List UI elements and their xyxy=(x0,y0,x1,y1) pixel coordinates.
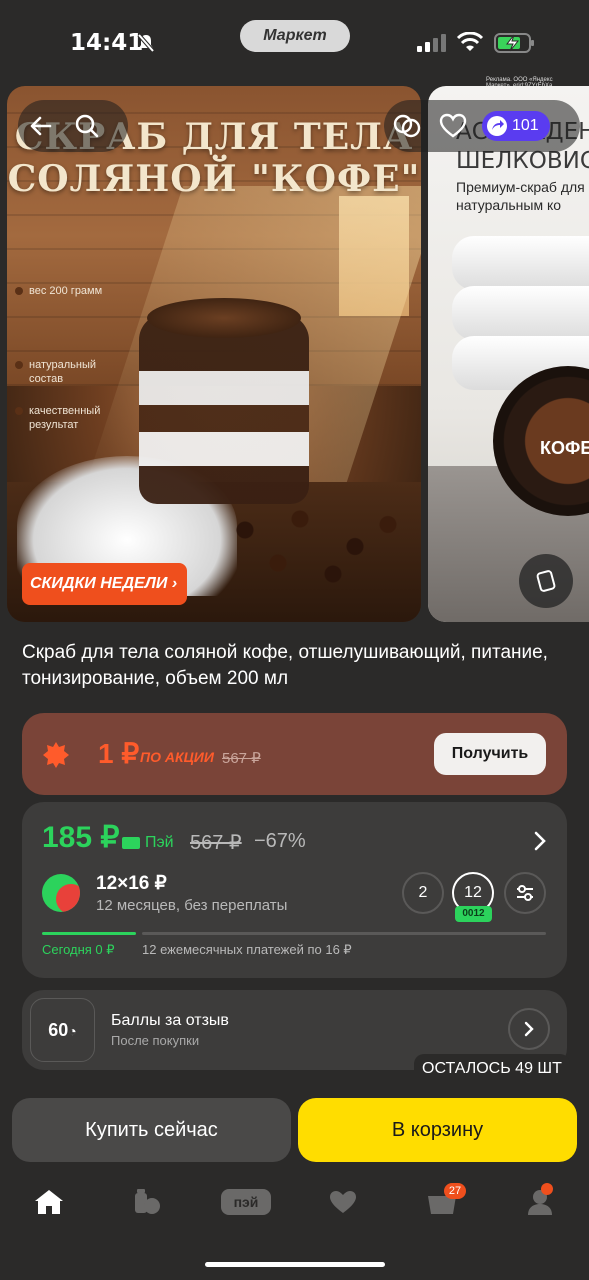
image-feature: вес 200 грамм xyxy=(15,284,102,298)
get-offer-button[interactable]: Получить xyxy=(434,733,546,775)
pay-price: 185 ₽ xyxy=(42,821,120,854)
home-icon xyxy=(35,1190,63,1214)
share-arrow-icon xyxy=(487,116,507,136)
review-points-open-button[interactable] xyxy=(508,1008,550,1050)
points-box: 60◔ xyxy=(30,998,95,1062)
scrub-jar xyxy=(139,314,309,504)
top-nav-left xyxy=(18,100,128,152)
status-time: 14:41 xyxy=(70,30,144,56)
promo-label: ПО АКЦИИ xyxy=(140,749,214,765)
arrow-left-icon xyxy=(30,116,52,136)
tab-bar: пэй xyxy=(0,1180,589,1230)
split-logo-icon xyxy=(42,874,80,912)
card-icon xyxy=(122,837,140,849)
cart-count-badge: 27 xyxy=(444,1183,466,1199)
progress-remaining xyxy=(142,932,546,935)
discount: −67% xyxy=(254,830,306,852)
compare-products-button[interactable] xyxy=(384,100,430,152)
promo-price: 1 ₽ xyxy=(98,738,140,769)
points-icon: ◔ xyxy=(68,1023,77,1039)
cards-icon xyxy=(536,570,556,592)
catalog-icon xyxy=(135,1189,160,1214)
favorite-button[interactable] xyxy=(430,100,476,152)
chevron-right-icon xyxy=(524,1021,534,1037)
back-button[interactable] xyxy=(18,100,64,152)
product-gallery[interactable]: СКРАБ ДЛЯ ТЕЛА СОЛЯНОЙ "КОФЕ" вес 200 гр… xyxy=(0,86,589,624)
wifi-icon xyxy=(456,32,484,51)
profile-notification-dot xyxy=(541,1183,553,1195)
coins-count: 101 xyxy=(512,117,539,134)
search-button[interactable] xyxy=(64,100,110,152)
progress-today xyxy=(42,932,136,935)
promo-offer[interactable]: 1 ₽ ПО АКЦИИ 567 ₽ Получить xyxy=(22,713,567,795)
home-indicator[interactable] xyxy=(205,1262,385,1267)
gallery-image-2[interactable]: АСЛАЖДЕНИЕ ШЕЛКОВИСТОЙ Премиум-скраб для… xyxy=(428,86,589,622)
chevron-right-icon[interactable] xyxy=(532,830,548,852)
monthly-payments: 12 ежемесячных платежей по 16 ₽ xyxy=(142,942,352,957)
review-points-subtitle: После покупки xyxy=(111,1033,200,1048)
status-bar: 14:41 Маркет Реклама. ООО «Яндекс Маркет… xyxy=(0,0,589,89)
stock-left-badge: ОСТАЛОСЬ 49 ШТ xyxy=(414,1054,570,1084)
price-card[interactable]: 185 ₽ Пэй 567 ₽ −67% 12×16 ₽ 12 месяцев,… xyxy=(22,802,567,978)
bell-muted-icon xyxy=(137,33,155,53)
top-nav-right: 101 xyxy=(384,100,580,152)
installment-amount: 12×16 ₽ xyxy=(96,873,167,894)
tab-home[interactable] xyxy=(24,1180,74,1224)
promo-old-price: 567 ₽ xyxy=(222,750,261,767)
share-coins-button[interactable]: 101 xyxy=(482,111,550,141)
image-subtitle: Премиум-скраб для с натуральным ко xyxy=(456,179,589,213)
old-price: 567 ₽ xyxy=(190,832,242,854)
review-points-title: Баллы за отзыв xyxy=(111,1012,229,1029)
installment-settings-button[interactable] xyxy=(504,872,546,914)
compare-icon xyxy=(393,114,421,138)
gallery-image-1[interactable]: СКРАБ ДЛЯ ТЕЛА СОЛЯНОЙ "КОФЕ" вес 200 гр… xyxy=(7,86,421,622)
image-feature: качественный результат xyxy=(15,404,135,432)
image-feature: натуральный состав xyxy=(15,358,125,386)
tab-pay[interactable]: пэй xyxy=(218,1180,274,1224)
installment-option-2[interactable]: 2 xyxy=(402,872,444,914)
heart-icon xyxy=(439,113,467,138)
buy-now-button[interactable]: Купить сейчас xyxy=(12,1098,291,1162)
today-payment: Сегодня 0 ₽ xyxy=(42,942,115,957)
selected-option-tag: 0012 xyxy=(455,906,492,922)
market-app-pill[interactable]: Маркет xyxy=(240,20,350,52)
tab-catalog[interactable] xyxy=(122,1180,172,1224)
coffee-beans xyxy=(201,486,421,596)
installment-terms: 12 месяцев, без переплаты xyxy=(96,897,288,914)
sliders-icon xyxy=(517,885,533,901)
heart-icon xyxy=(330,1191,356,1213)
weekly-sale-badge[interactable]: СКИДКИ НЕДЕЛИ › xyxy=(22,563,187,605)
product-title: Скраб для тела соляной кофе, отшелушиваю… xyxy=(22,642,548,689)
pay-label: Пэй xyxy=(122,834,174,852)
add-to-cart-button[interactable]: В корзину xyxy=(298,1098,577,1162)
tab-favorites[interactable] xyxy=(318,1180,368,1224)
battery-charging-icon xyxy=(494,33,534,53)
signal-icon xyxy=(417,34,446,52)
tab-profile[interactable] xyxy=(515,1180,565,1224)
compare-button[interactable] xyxy=(519,554,573,608)
search-icon xyxy=(75,114,99,138)
promo-star-icon xyxy=(43,742,69,768)
